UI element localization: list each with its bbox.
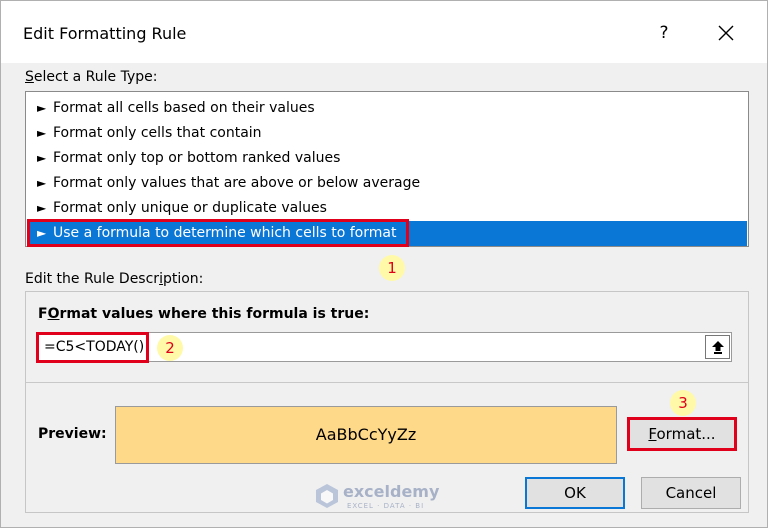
rule-description-label: Edit the Rule Description: [25, 271, 204, 287]
rule-item-above-below-average[interactable]: ► Format only values that are above or be… [27, 171, 747, 196]
format-preview: AaBbCcYyZz [115, 406, 617, 464]
close-button[interactable] [703, 15, 749, 51]
rule-item-unique-duplicate[interactable]: ► Format only unique or duplicate values [27, 196, 747, 221]
arrow-up-icon [711, 341, 724, 354]
collapse-dialog-button[interactable] [705, 335, 730, 359]
exceldemy-logo-icon [316, 484, 338, 508]
formula-label: FOrmat values where this formula is true… [38, 306, 370, 322]
arrow-right-icon: ► [37, 126, 47, 140]
rule-item-use-formula[interactable]: ► Use a formula to determine which cells … [27, 221, 747, 246]
rule-item-top-bottom[interactable]: ► Format only top or bottom ranked values [27, 146, 747, 171]
arrow-right-icon: ► [37, 101, 47, 115]
step-badge-2: 2 [157, 335, 183, 361]
formula-input[interactable]: =C5<TODAY() [38, 332, 732, 362]
exceldemy-watermark: exceldemy EXCEL · DATA · BI [315, 481, 465, 513]
step-badge-3: 3 [670, 390, 696, 416]
edit-formatting-rule-dialog: Edit Formatting Rule ? Select a Rule Typ… [0, 0, 768, 528]
preview-label: Preview: [38, 426, 107, 442]
rule-item-all-cells[interactable]: ► Format all cells based on their values [27, 96, 747, 121]
arrow-right-icon: ► [37, 176, 47, 190]
format-button[interactable]: Format... [629, 419, 735, 449]
arrow-right-icon: ► [37, 201, 47, 215]
ok-button[interactable]: OK [525, 477, 625, 509]
rule-type-label: Select a Rule Type: [25, 69, 158, 85]
rule-type-list[interactable]: ► Format all cells based on their values … [25, 91, 749, 247]
cancel-button[interactable]: Cancel [641, 477, 741, 509]
dialog-title: Edit Formatting Rule [23, 24, 187, 43]
title-bar: Edit Formatting Rule ? [1, 1, 767, 63]
help-button[interactable]: ? [641, 15, 687, 51]
panel-divider [26, 382, 748, 383]
close-icon [718, 25, 734, 41]
arrow-right-icon: ► [37, 151, 47, 165]
step-badge-1: 1 [379, 255, 405, 281]
arrow-right-icon: ► [37, 226, 47, 240]
rule-item-cells-contain[interactable]: ► Format only cells that contain [27, 121, 747, 146]
